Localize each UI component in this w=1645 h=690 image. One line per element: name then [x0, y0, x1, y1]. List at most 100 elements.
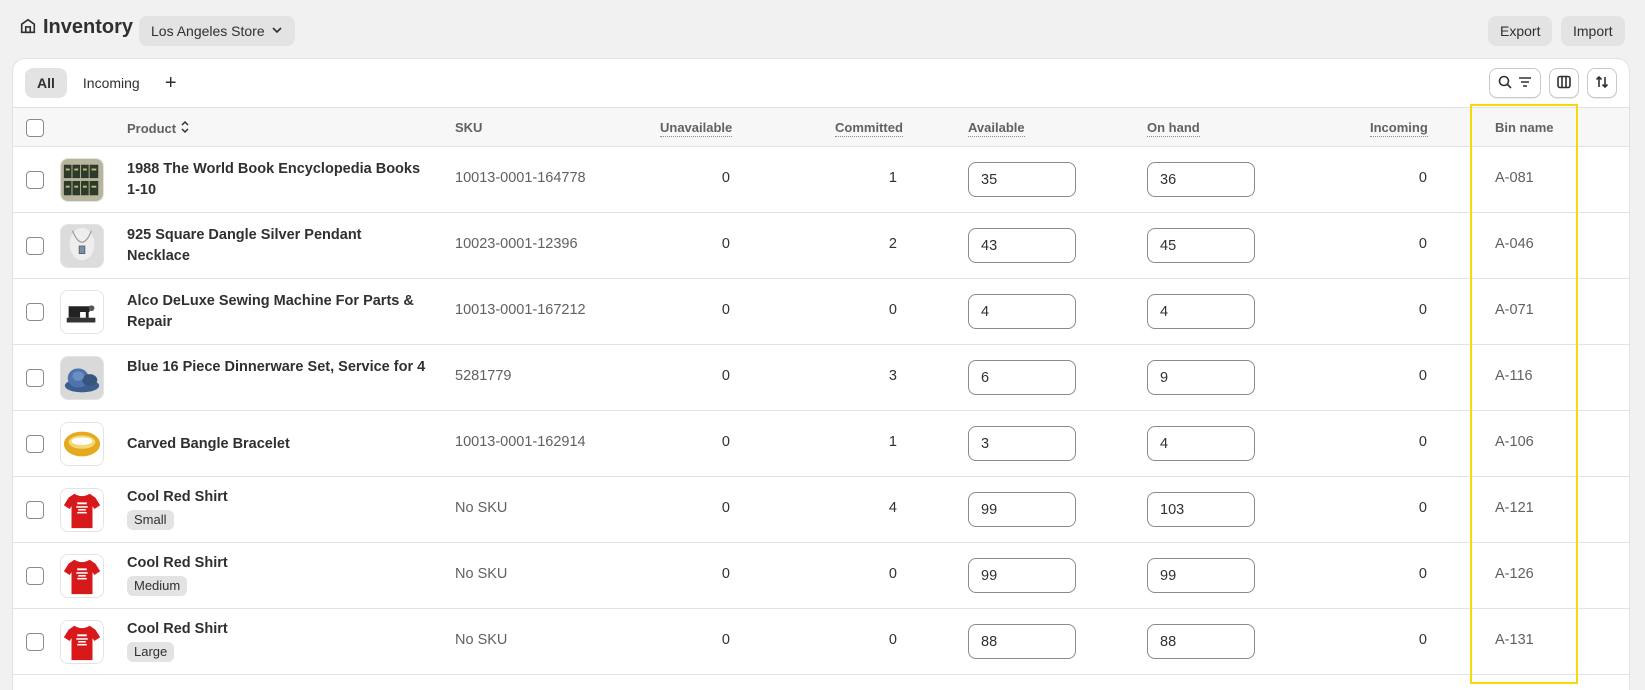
- row-checkbox[interactable]: [26, 633, 44, 651]
- variant-badge: Large: [127, 642, 175, 662]
- columns-button[interactable]: [1549, 68, 1579, 98]
- product-name: Cool Red Shirt: [127, 489, 228, 505]
- table-row[interactable]: 1988 The World Book Encyclopedia Books 1…: [13, 147, 1629, 213]
- available-input[interactable]: 88: [968, 624, 1076, 659]
- unavailable-cell[interactable]: 0: [690, 632, 730, 648]
- product-name-cell[interactable]: Cool Red Shirt Small: [127, 487, 427, 531]
- available-input[interactable]: 3: [968, 426, 1076, 461]
- product-name-cell[interactable]: Alco DeLuxe Sewing Machine For Parts & R…: [127, 291, 427, 333]
- committed-cell[interactable]: 0: [857, 302, 897, 318]
- row-checkbox[interactable]: [26, 171, 44, 189]
- product-name-cell[interactable]: 1988 The World Book Encyclopedia Books 1…: [127, 159, 427, 201]
- on-hand-input[interactable]: 103: [1147, 492, 1255, 527]
- product-name-cell[interactable]: Cool Red Shirt Medium: [127, 553, 427, 597]
- row-checkbox[interactable]: [26, 567, 44, 585]
- row-checkbox[interactable]: [26, 303, 44, 321]
- product-name: Cool Red Shirt: [127, 555, 228, 571]
- unavailable-cell[interactable]: 0: [690, 500, 730, 516]
- export-button[interactable]: Export: [1488, 16, 1553, 46]
- store-icon: [19, 17, 37, 38]
- on-hand-input[interactable]: 88: [1147, 624, 1255, 659]
- on-hand-input[interactable]: 99: [1147, 558, 1255, 593]
- table-row[interactable]: Cool Red Shirt Medium No SKU 0 0 99 99 0…: [13, 543, 1629, 609]
- row-checkbox[interactable]: [26, 237, 44, 255]
- committed-cell[interactable]: 0: [857, 566, 897, 582]
- table-row[interactable]: Cool Red Shirt Small No SKU 0 4 99 103 0…: [13, 477, 1629, 543]
- search-filter-button[interactable]: [1489, 68, 1541, 98]
- tab-all[interactable]: All: [25, 68, 67, 98]
- committed-cell[interactable]: 1: [857, 170, 897, 186]
- available-input[interactable]: 99: [968, 492, 1076, 527]
- incoming-cell[interactable]: 0: [1387, 434, 1427, 450]
- incoming-cell[interactable]: 0: [1387, 302, 1427, 318]
- title-group: Inventory: [19, 16, 133, 39]
- column-header-incoming[interactable]: Incoming: [1370, 120, 1428, 137]
- committed-cell[interactable]: 1: [857, 434, 897, 450]
- committed-cell[interactable]: 0: [857, 632, 897, 648]
- product-thumbnail: [60, 554, 104, 598]
- committed-cell[interactable]: 4: [857, 500, 897, 516]
- table-row[interactable]: Carved Bangle Bracelet 10013-0001-162914…: [13, 411, 1629, 477]
- on-hand-input[interactable]: 36: [1147, 162, 1255, 197]
- incoming-cell[interactable]: 0: [1387, 632, 1427, 648]
- product-thumbnail: [60, 224, 104, 268]
- table-row[interactable]: Blue 16 Piece Dinnerware Set, Service fo…: [13, 345, 1629, 411]
- unavailable-cell[interactable]: 0: [690, 170, 730, 186]
- incoming-cell[interactable]: 0: [1387, 236, 1427, 252]
- bin-name-cell: A-126: [1495, 566, 1534, 582]
- row-checkbox[interactable]: [26, 501, 44, 519]
- tab-incoming[interactable]: Incoming: [71, 68, 152, 98]
- unavailable-cell[interactable]: 0: [690, 368, 730, 384]
- incoming-cell[interactable]: 0: [1387, 566, 1427, 582]
- table-row[interactable]: Alco DeLuxe Sewing Machine For Parts & R…: [13, 279, 1629, 345]
- store-selector[interactable]: Los Angeles Store: [139, 16, 295, 46]
- unavailable-cell[interactable]: 0: [690, 302, 730, 318]
- product-name: Alco DeLuxe Sewing Machine For Parts & R…: [127, 293, 414, 330]
- product-thumbnail: [60, 356, 104, 400]
- bin-name-cell: A-081: [1495, 170, 1534, 186]
- toolbar: [1489, 68, 1617, 98]
- bin-name-cell: A-106: [1495, 434, 1534, 450]
- on-hand-input[interactable]: 4: [1147, 294, 1255, 329]
- product-name-cell[interactable]: Blue 16 Piece Dinnerware Set, Service fo…: [127, 357, 427, 378]
- available-input[interactable]: 4: [968, 294, 1076, 329]
- available-input[interactable]: 99: [968, 558, 1076, 593]
- on-hand-input[interactable]: 4: [1147, 426, 1255, 461]
- column-header-product[interactable]: Product: [127, 120, 190, 137]
- sku-cell: 5281779: [455, 368, 512, 384]
- committed-cell[interactable]: 3: [857, 368, 897, 384]
- inventory-card: All Incoming + Product SKU Unavailable C…: [13, 59, 1629, 690]
- incoming-cell[interactable]: 0: [1387, 170, 1427, 186]
- on-hand-input[interactable]: 45: [1147, 228, 1255, 263]
- column-header-available[interactable]: Available: [968, 120, 1025, 137]
- sku-cell: No SKU: [455, 500, 508, 516]
- column-header-on-hand[interactable]: On hand: [1147, 120, 1200, 137]
- available-input[interactable]: 35: [968, 162, 1076, 197]
- import-button[interactable]: Import: [1561, 16, 1625, 46]
- table-row[interactable]: 925 Square Dangle Silver Pendant Necklac…: [13, 213, 1629, 279]
- select-all-checkbox[interactable]: [26, 119, 44, 137]
- incoming-cell[interactable]: 0: [1387, 500, 1427, 516]
- incoming-cell[interactable]: 0: [1387, 368, 1427, 384]
- product-name-cell[interactable]: Cool Red Shirt Large: [127, 619, 427, 663]
- variant-badge: Medium: [127, 576, 188, 596]
- unavailable-cell[interactable]: 0: [690, 434, 730, 450]
- column-header-unavailable[interactable]: Unavailable: [660, 120, 733, 137]
- add-view-button[interactable]: +: [156, 68, 186, 98]
- row-checkbox[interactable]: [26, 435, 44, 453]
- column-header-committed[interactable]: Committed: [835, 120, 903, 137]
- product-name-cell[interactable]: Carved Bangle Bracelet: [127, 434, 427, 455]
- bin-name-cell: A-131: [1495, 632, 1534, 648]
- product-thumbnail: [60, 620, 104, 664]
- table-row[interactable]: Cool Red Shirt Large No SKU 0 0 88 88 0 …: [13, 609, 1629, 675]
- committed-cell[interactable]: 2: [857, 236, 897, 252]
- row-checkbox[interactable]: [26, 369, 44, 387]
- unavailable-cell[interactable]: 0: [690, 566, 730, 582]
- available-input[interactable]: 43: [968, 228, 1076, 263]
- available-input[interactable]: 6: [968, 360, 1076, 395]
- sort-button[interactable]: [1587, 68, 1617, 98]
- unavailable-cell[interactable]: 0: [690, 236, 730, 252]
- product-name-cell[interactable]: 925 Square Dangle Silver Pendant Necklac…: [127, 225, 427, 267]
- variant-badge: Small: [127, 510, 174, 530]
- on-hand-input[interactable]: 9: [1147, 360, 1255, 395]
